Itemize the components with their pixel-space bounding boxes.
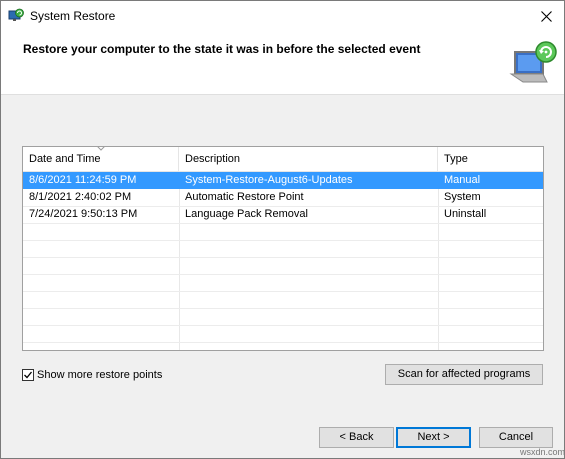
row-divider: [23, 257, 543, 258]
row-divider: [23, 342, 543, 343]
row-divider: [23, 325, 543, 326]
system-restore-window: System Restore Restore your computer to …: [0, 0, 565, 459]
table-row[interactable]: 8/1/2021 2:40:02 PM Automatic Restore Po…: [23, 189, 543, 206]
page-heading: Restore your computer to the state it wa…: [23, 42, 421, 56]
show-more-label: Show more restore points: [37, 369, 163, 381]
restore-monitor-icon: [509, 41, 557, 83]
cell-description: System-Restore-August6-Updates: [185, 174, 353, 186]
row-divider: [23, 223, 543, 224]
show-more-checkbox[interactable]: [22, 369, 34, 381]
cell-date: 8/1/2021 2:40:02 PM: [29, 191, 132, 203]
cell-date: 8/6/2021 11:24:59 PM: [29, 174, 137, 186]
close-button[interactable]: [528, 1, 564, 32]
list-header: Date and Time Description Type: [23, 147, 543, 172]
row-divider: [23, 291, 543, 292]
row-divider: [23, 274, 543, 275]
cell-description: Language Pack Removal: [185, 208, 308, 220]
cell-description: Automatic Restore Point: [185, 191, 304, 203]
header-band: Restore your computer to the state it wa…: [1, 32, 564, 95]
cell-type: System: [444, 191, 481, 203]
cancel-button[interactable]: Cancel: [479, 427, 553, 448]
system-restore-icon: [8, 8, 24, 21]
table-row[interactable]: 7/24/2021 9:50:13 PM Language Pack Remov…: [23, 206, 543, 223]
close-icon: [540, 11, 552, 22]
table-row[interactable]: 8/6/2021 11:24:59 PM System-Restore-Augu…: [23, 172, 543, 189]
sort-arrow-icon: [97, 147, 105, 151]
back-button[interactable]: < Back: [319, 427, 394, 448]
column-header-type[interactable]: Type: [438, 147, 543, 171]
next-button[interactable]: Next >: [396, 427, 471, 448]
row-divider: [23, 308, 543, 309]
watermark: wsxdn.com: [520, 447, 565, 457]
cell-type: Uninstall: [444, 208, 487, 220]
row-divider: [23, 240, 543, 241]
restore-points-list[interactable]: Date and Time Description Type 8/6/2021 …: [22, 146, 544, 351]
cell-type: Manual: [444, 174, 481, 186]
title-bar: System Restore: [1, 1, 564, 32]
show-more-restore-points[interactable]: Show more restore points: [22, 368, 162, 382]
column-header-description[interactable]: Description: [179, 147, 438, 171]
scan-affected-programs-button[interactable]: Scan for affected programs: [385, 364, 543, 385]
cell-date: 7/24/2021 9:50:13 PM: [29, 208, 138, 220]
checkmark-icon: [24, 371, 33, 379]
window-title: System Restore: [30, 9, 116, 23]
